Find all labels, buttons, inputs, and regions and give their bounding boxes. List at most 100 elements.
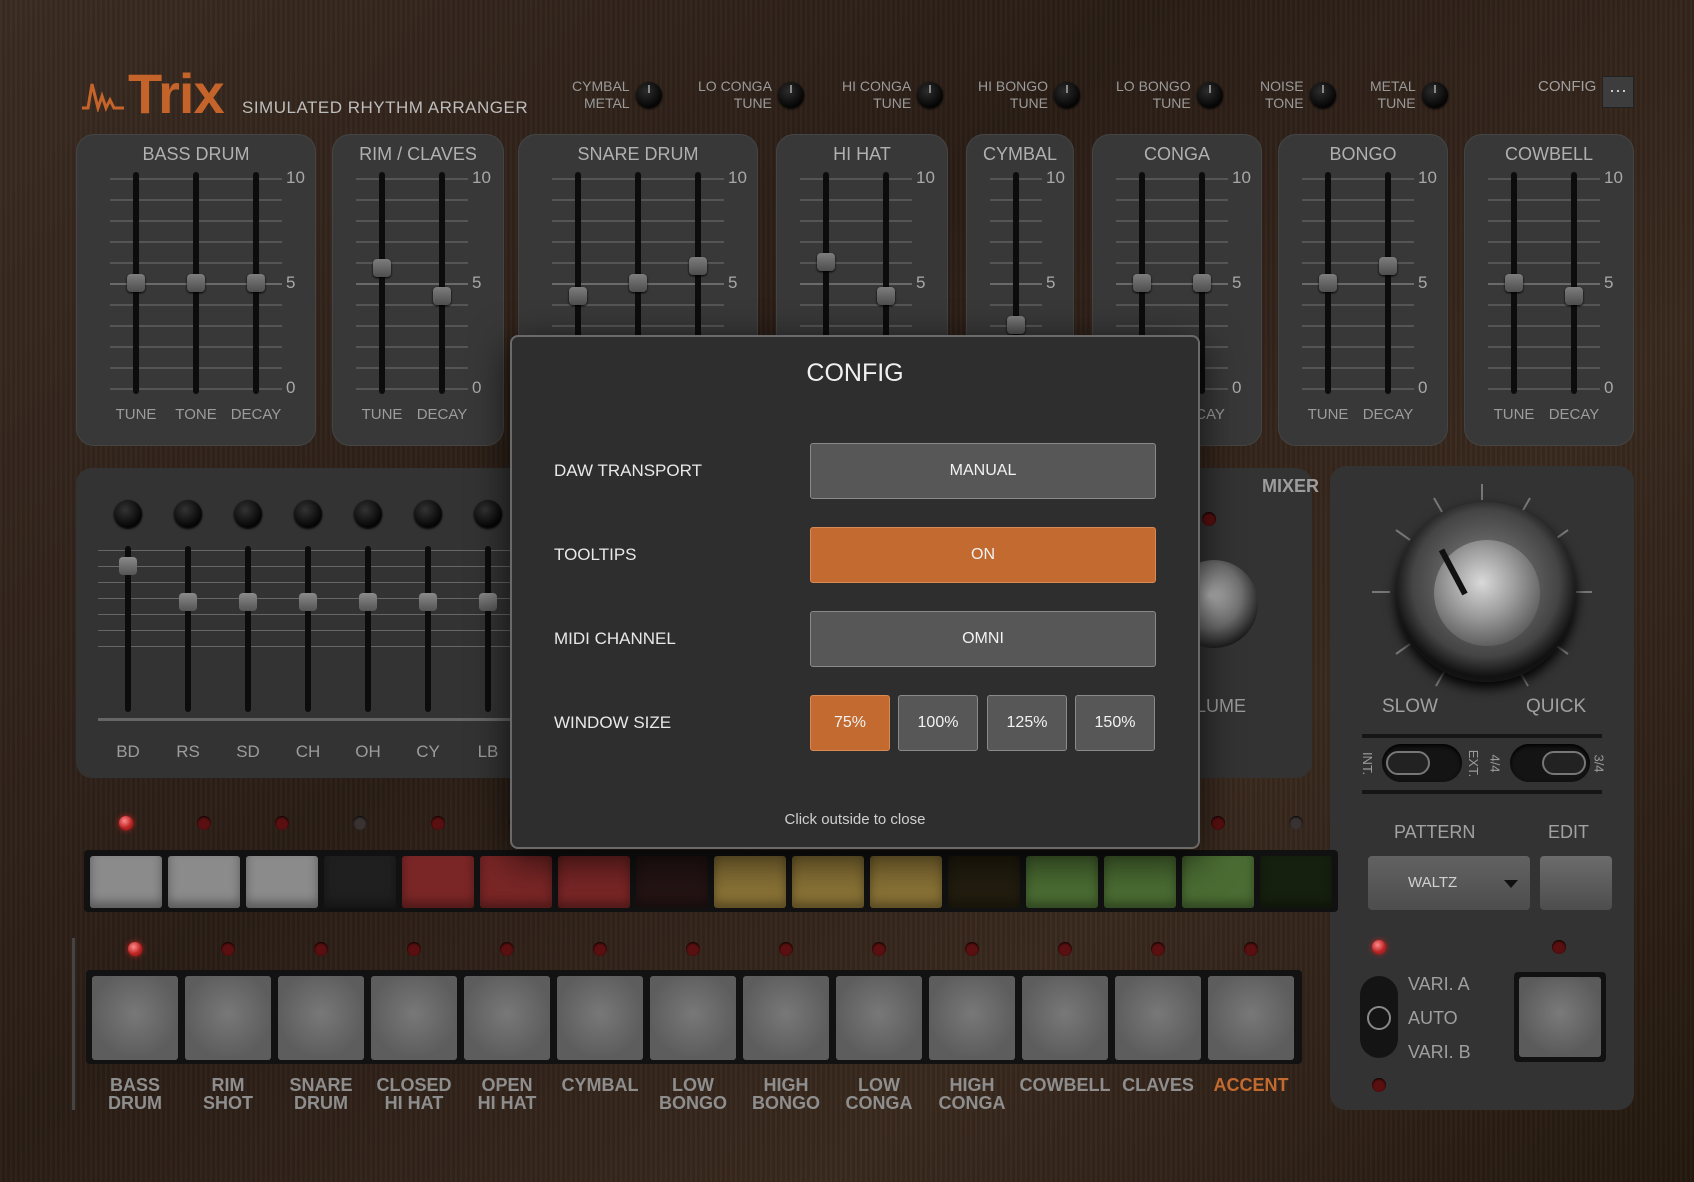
fader-thumb[interactable] (1007, 316, 1025, 334)
knob-icon[interactable] (1054, 82, 1081, 108)
fader-thumb[interactable] (629, 274, 647, 292)
variation-pad[interactable] (1514, 972, 1606, 1062)
fader-thumb[interactable] (247, 274, 265, 292)
window-size-75-button[interactable]: 75% (810, 695, 890, 751)
fader-thumb[interactable] (433, 286, 451, 305)
pan-knob-ch[interactable] (294, 500, 322, 528)
fader-thumb[interactable] (1133, 274, 1151, 292)
fader-thumb[interactable] (1193, 274, 1211, 292)
instrument-pad-1[interactable] (92, 976, 178, 1060)
level-thumb-cy[interactable] (419, 593, 437, 612)
hi-conga-tune-knob[interactable]: HI CONGA TUNE (842, 78, 944, 112)
level-thumb-lb[interactable] (479, 593, 497, 612)
step-button-7[interactable] (558, 856, 630, 908)
fader-thumb[interactable] (877, 286, 895, 305)
step-button-1[interactable] (90, 856, 162, 908)
instrument-pad-2[interactable] (185, 976, 271, 1060)
step-button-14[interactable] (1104, 856, 1176, 908)
config-menu-button[interactable]: ··· (1602, 76, 1634, 108)
knob-icon[interactable] (1421, 82, 1448, 108)
step-button-9[interactable] (714, 856, 786, 908)
pan-knob-cy[interactable] (414, 500, 442, 528)
window-size-100-button[interactable]: 100% (898, 695, 978, 751)
instrument-pad-9[interactable] (836, 976, 922, 1060)
fader-track[interactable] (439, 172, 445, 394)
knob-icon[interactable] (777, 82, 804, 108)
step-button-15[interactable] (1182, 856, 1254, 908)
level-thumb-ch[interactable] (299, 593, 317, 612)
level-track-sd[interactable] (245, 546, 251, 712)
step-button-2[interactable] (168, 856, 240, 908)
level-thumb-sd[interactable] (239, 593, 257, 612)
instrument-pad-7[interactable] (650, 976, 736, 1060)
fader-thumb[interactable] (1565, 286, 1583, 305)
lo-conga-tune-knob[interactable]: LO CONGA TUNE (698, 78, 804, 112)
step-button-3[interactable] (246, 856, 318, 908)
knob-icon[interactable] (1309, 82, 1336, 108)
daw-transport-button[interactable]: MANUAL (810, 443, 1156, 499)
pan-knob-rs[interactable] (174, 500, 202, 528)
fader-thumb[interactable] (127, 274, 145, 292)
meter-switch[interactable] (1510, 744, 1590, 782)
step-button-16[interactable] (1260, 856, 1332, 908)
knob-icon[interactable] (635, 82, 662, 108)
instrument-pad-10[interactable] (929, 976, 1015, 1060)
level-thumb-oh[interactable] (359, 593, 377, 612)
lo-bongo-tune-knob[interactable]: LO BONGO TUNE (1116, 78, 1223, 112)
pattern-select[interactable]: WALTZ (1368, 856, 1530, 910)
pan-knob-oh[interactable] (354, 500, 382, 528)
instrument-pad-11[interactable] (1022, 976, 1108, 1060)
instrument-pad-4[interactable] (371, 976, 457, 1060)
level-track-lb[interactable] (485, 546, 491, 712)
hi-bongo-tune-knob[interactable]: HI BONGO TUNE (978, 78, 1081, 112)
instrument-pad-12[interactable] (1115, 976, 1201, 1060)
step-button-4[interactable] (324, 856, 396, 908)
level-track-rs[interactable] (185, 546, 191, 712)
fader-thumb[interactable] (1505, 274, 1523, 292)
instrument-pad-8[interactable] (743, 976, 829, 1060)
step-button-8[interactable] (636, 856, 708, 908)
int-ext-switch[interactable] (1382, 744, 1462, 782)
instrument-pad-5[interactable] (464, 976, 550, 1060)
fader-thumb[interactable] (1319, 274, 1337, 292)
fader-thumb[interactable] (187, 274, 205, 292)
level-track-ch[interactable] (305, 546, 311, 712)
pan-knob-lb[interactable] (474, 500, 502, 528)
edit-button[interactable] (1540, 856, 1612, 910)
window-size-150-button[interactable]: 150% (1075, 695, 1155, 751)
step-button-11[interactable] (870, 856, 942, 908)
level-track-oh[interactable] (365, 546, 371, 712)
fader-track[interactable] (1385, 172, 1391, 394)
step-button-10[interactable] (792, 856, 864, 908)
knob-icon[interactable] (1196, 82, 1223, 108)
level-track-cy[interactable] (425, 546, 431, 712)
fader-thumb[interactable] (569, 286, 587, 305)
noise-tone-knob[interactable]: NOISE TONE (1260, 78, 1336, 112)
fader-thumb[interactable] (689, 257, 707, 276)
instrument-pad-13[interactable] (1208, 976, 1294, 1060)
fader-thumb[interactable] (817, 253, 835, 271)
variation-switch[interactable] (1360, 976, 1398, 1058)
instrument-pad-3[interactable] (278, 976, 364, 1060)
pan-knob-sd[interactable] (234, 500, 262, 528)
metal-tune-knob[interactable]: METAL TUNE (1370, 78, 1448, 112)
tooltips-toggle[interactable]: ON (810, 527, 1156, 583)
level-thumb-bd[interactable] (119, 556, 137, 575)
fader-thumb[interactable] (373, 259, 391, 278)
knob-icon[interactable] (917, 82, 944, 108)
fader-thumb[interactable] (1379, 257, 1397, 276)
pan-knob-bd[interactable] (114, 500, 142, 528)
step-button-6[interactable] (480, 856, 552, 908)
cymbal-metal-knob[interactable]: CYMBAL METAL (572, 78, 662, 112)
mixer-title: MIXER (1262, 476, 1320, 496)
step-button-12[interactable] (948, 856, 1020, 908)
instrument-pad-6[interactable] (557, 976, 643, 1060)
level-thumb-rs[interactable] (179, 593, 197, 612)
step-button-13[interactable] (1026, 856, 1098, 908)
window-size-125-button[interactable]: 125% (987, 695, 1067, 751)
scale-label-min: 0 (1232, 378, 1242, 397)
step-button-5[interactable] (402, 856, 474, 908)
midi-channel-button[interactable]: OMNI (810, 611, 1156, 667)
fader-track[interactable] (1571, 172, 1577, 394)
fader-track[interactable] (379, 172, 385, 394)
